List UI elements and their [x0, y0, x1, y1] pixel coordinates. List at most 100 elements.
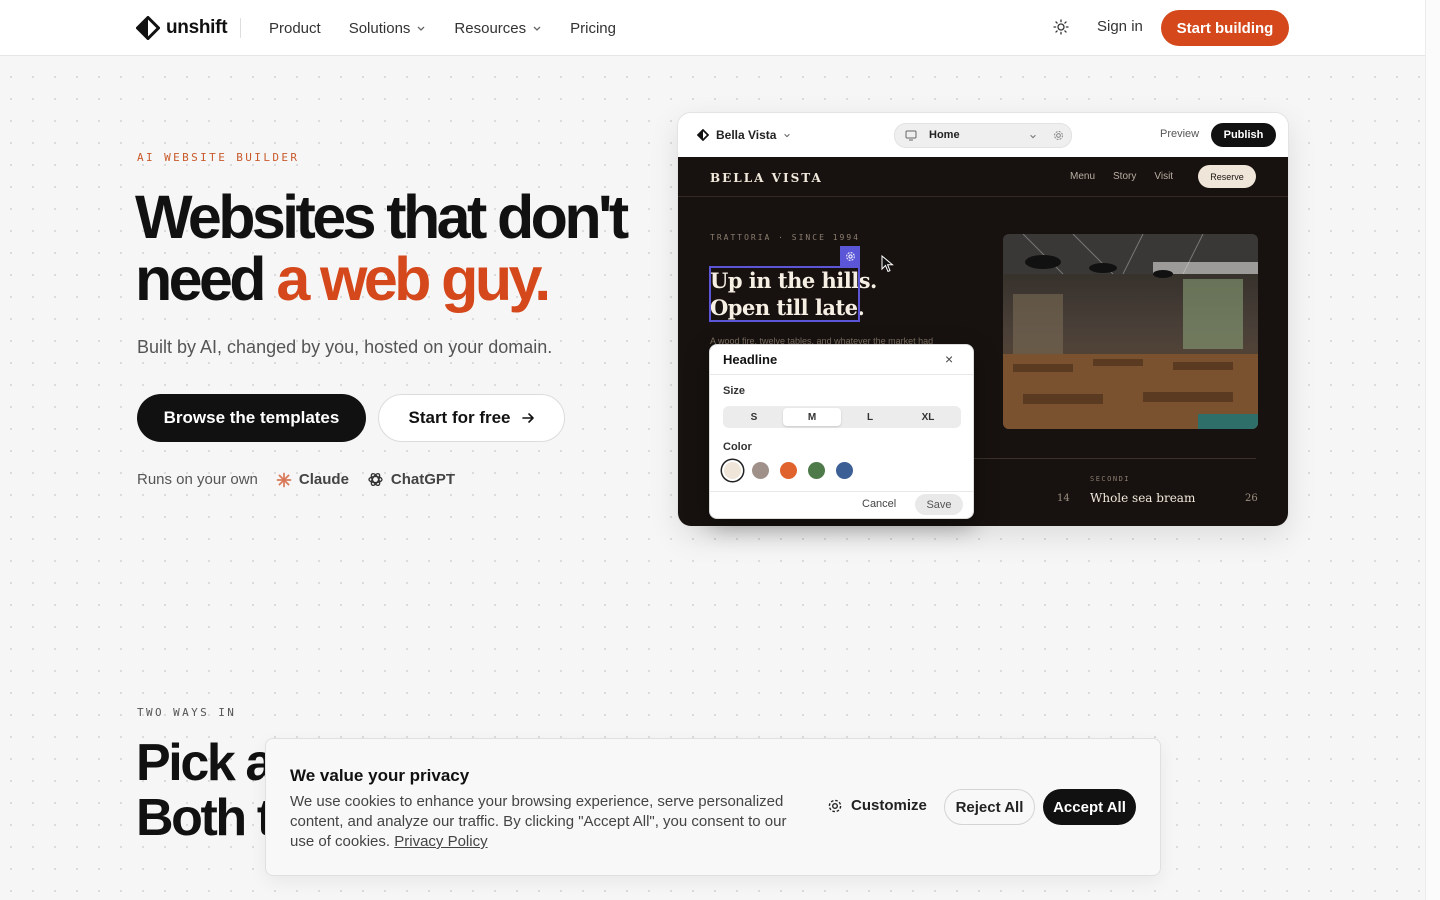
site-nav-visit[interactable]: Visit	[1154, 171, 1173, 182]
brand-claude: Claude	[276, 471, 349, 488]
site-header-divider	[678, 196, 1288, 197]
panel-divider	[710, 374, 973, 375]
logo[interactable]: unshift	[136, 16, 228, 40]
runs-on-label: Runs on your own	[137, 471, 258, 488]
start-building-button[interactable]: Start building	[1161, 10, 1289, 46]
privacy-policy-link[interactable]: Privacy Policy	[394, 833, 487, 850]
cookie-title: We value your privacy	[290, 766, 470, 785]
menu-item: Whole sea bream	[1090, 491, 1196, 505]
nav-divider	[240, 18, 241, 38]
cookie-banner: We value your privacy We use cookies to …	[265, 738, 1161, 876]
nav-link-pricing[interactable]: Pricing	[570, 18, 616, 38]
nav-link-label: Solutions	[348, 19, 411, 37]
hero-title-plain: need	[135, 245, 277, 313]
site-nav-story[interactable]: Story	[1113, 171, 1136, 182]
hero-eyebrow: AI WEBSITE BUILDER	[137, 151, 300, 164]
menu-price: 26	[1245, 493, 1258, 504]
brand-label: Claude	[298, 471, 349, 488]
monitor-icon	[905, 130, 917, 141]
site-nav: Menu Story Visit	[1070, 171, 1173, 182]
chevron-down-icon	[417, 26, 425, 31]
gear-icon[interactable]	[1053, 130, 1064, 141]
scrollbar[interactable]	[1425, 0, 1440, 900]
panel-divider	[710, 491, 973, 492]
chevron-down-icon	[533, 26, 541, 31]
menu-divider	[974, 458, 1256, 459]
runs-on-row: Runs on your own Claude ChatGPT	[137, 471, 455, 488]
logo-icon	[697, 129, 709, 141]
gear-icon	[845, 251, 855, 261]
cancel-button[interactable]: Cancel	[862, 498, 896, 510]
page-selector[interactable]: Home	[894, 123, 1072, 148]
size-label: Size	[723, 385, 746, 397]
page-selector-label: Home	[929, 129, 960, 141]
size-selector: S M L XL	[723, 406, 961, 428]
size-option-m[interactable]: M	[783, 408, 841, 426]
chatgpt-icon	[368, 473, 383, 486]
save-button[interactable]: Save	[915, 494, 963, 515]
customize-button[interactable]: Customize	[827, 797, 927, 814]
hero-title-line2: need a web guy.	[135, 248, 626, 310]
brand-label: ChatGPT	[390, 471, 456, 488]
top-nav: unshift Product Solutions Resources Pric…	[0, 0, 1425, 56]
section-title: Pick a Both t	[136, 734, 274, 847]
browse-templates-button[interactable]: Browse the templates	[137, 394, 366, 442]
logo-icon	[136, 16, 160, 40]
color-swatch-orange[interactable]	[780, 462, 797, 479]
nav-link-label: Resources	[454, 19, 527, 37]
hero-title-accent: a web guy.	[276, 245, 551, 313]
nav-link-label: Pricing	[570, 19, 616, 37]
nav-link-product[interactable]: Product	[269, 18, 321, 38]
sun-icon	[1053, 19, 1069, 35]
publish-button[interactable]: Publish	[1211, 123, 1276, 147]
cookie-text: We use cookies to enhance your browsing …	[290, 792, 805, 852]
site-switcher[interactable]: Bella Vista	[697, 128, 791, 142]
start-for-free-label: Start for free	[408, 408, 511, 427]
color-swatch-cream[interactable]	[724, 462, 741, 479]
menu-price: 14	[1057, 493, 1070, 504]
nav-link-resources[interactable]: Resources	[454, 18, 542, 38]
customize-label: Customize	[851, 797, 927, 814]
chevron-down-icon	[784, 133, 791, 138]
claude-icon	[276, 472, 292, 487]
site-reserve-button[interactable]: Reserve	[1198, 165, 1256, 188]
builder-toolbar: Bella Vista Home Preview Publish	[678, 113, 1288, 157]
preview-button[interactable]: Preview	[1160, 128, 1199, 140]
section-title-line1: Pick a	[136, 734, 274, 792]
start-for-free-button[interactable]: Start for free	[378, 394, 565, 442]
restaurant-photo	[1003, 234, 1258, 429]
cookie-body: We use cookies to enhance your browsing …	[290, 793, 787, 850]
reject-all-button[interactable]: Reject All	[944, 789, 1035, 825]
close-icon[interactable]: ×	[945, 351, 953, 367]
nav-links: Product Solutions Resources Pricing	[269, 18, 616, 38]
logo-text: unshift	[166, 17, 228, 38]
section-title-line2: Both t	[136, 789, 274, 847]
size-option-xl[interactable]: XL	[899, 408, 957, 426]
color-swatch-blue[interactable]	[836, 462, 853, 479]
accept-all-button[interactable]: Accept All	[1043, 789, 1136, 825]
brand-chatgpt: ChatGPT	[367, 471, 455, 488]
chevron-down-icon	[1030, 134, 1036, 139]
nav-link-label: Product	[269, 19, 321, 37]
hero-title: Websites that don't need a web guy.	[135, 186, 629, 310]
size-option-l[interactable]: L	[841, 408, 899, 426]
sign-in-link[interactable]: Sign in	[1097, 18, 1143, 35]
site-eyebrow: TRATTORIA · SINCE 1994	[710, 233, 860, 242]
site-nav-menu[interactable]: Menu	[1070, 171, 1095, 182]
section-eyebrow: TWO WAYS IN	[137, 706, 237, 719]
selection-outline	[709, 266, 860, 322]
color-swatch-green[interactable]	[808, 462, 825, 479]
site-name: Bella Vista	[716, 128, 777, 142]
nav-link-solutions[interactable]: Solutions	[349, 18, 427, 38]
headline-edit-panel: Headline × Size S M L XL Color Cancel Sa…	[709, 344, 974, 519]
selection-settings-handle[interactable]	[840, 246, 860, 266]
theme-toggle-button[interactable]	[1050, 16, 1072, 38]
menu-category: SECONDI	[1090, 475, 1131, 483]
panel-title: Headline	[723, 352, 778, 367]
mouse-cursor-icon	[881, 255, 894, 273]
arrow-right-icon	[521, 413, 534, 423]
size-option-s[interactable]: S	[725, 408, 783, 426]
color-swatch-taupe[interactable]	[752, 462, 769, 479]
restaurant-interior-image	[1003, 234, 1258, 429]
site-brand: BELLA VISTA	[710, 171, 823, 185]
